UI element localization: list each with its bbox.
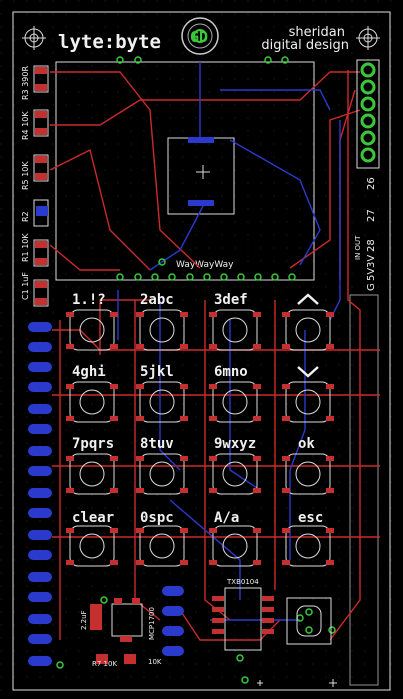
svg-text:5V: 5V bbox=[366, 268, 377, 281]
board-title: lyte:byte bbox=[58, 31, 161, 53]
display-pad-top bbox=[188, 137, 214, 143]
svg-text:R7 10K: R7 10K bbox=[92, 660, 117, 668]
key-label: 8tuv bbox=[140, 436, 174, 452]
display-pad-bottom bbox=[188, 200, 214, 206]
svg-text:R3 390R: R3 390R bbox=[21, 66, 30, 100]
svg-text:R2: R2 bbox=[21, 211, 30, 222]
key-label: 4ghi bbox=[72, 364, 106, 380]
svg-text:R1 10K: R1 10K bbox=[21, 233, 30, 262]
logo-text: GD bbox=[190, 28, 208, 46]
svg-text:MCP1700: MCP1700 bbox=[148, 607, 156, 640]
key-label: 9wxyz bbox=[214, 436, 256, 452]
display-caption: WayWayWay bbox=[176, 260, 234, 270]
key-label: 1.!? bbox=[72, 292, 106, 308]
svg-text:27: 27 bbox=[366, 209, 377, 222]
key-label: clear bbox=[72, 510, 114, 526]
key-label: ok bbox=[298, 436, 315, 452]
key-label: 7pqrs bbox=[72, 436, 114, 452]
key-label: 3def bbox=[214, 292, 248, 308]
svg-text:10K: 10K bbox=[148, 658, 162, 666]
svg-text:3V: 3V bbox=[366, 255, 377, 268]
svg-text:28: 28 bbox=[366, 239, 377, 252]
svg-text:C1 1uF: C1 1uF bbox=[21, 272, 30, 300]
key-label: A/a bbox=[214, 510, 239, 526]
key-label: esc bbox=[298, 510, 323, 526]
svg-text:IN OUT: IN OUT bbox=[354, 235, 362, 260]
svg-text:2.2uF: 2.2uF bbox=[80, 610, 88, 630]
pcb-board: lyte:byte GD sheridan digital design Way… bbox=[0, 0, 403, 699]
maker-line2: digital design bbox=[261, 38, 349, 53]
key-label: 5jkl bbox=[140, 364, 174, 380]
key-label: 6mno bbox=[214, 364, 248, 380]
svg-text:TXB0104: TXB0104 bbox=[226, 578, 259, 586]
svg-text:R4 10K: R4 10K bbox=[21, 111, 30, 140]
svg-text:R5 10K: R5 10K bbox=[21, 161, 30, 190]
key-label: 2abc bbox=[140, 292, 174, 308]
svg-text:26: 26 bbox=[366, 177, 377, 190]
svg-text:G: G bbox=[366, 283, 377, 291]
key-label: 0spc bbox=[140, 510, 174, 526]
